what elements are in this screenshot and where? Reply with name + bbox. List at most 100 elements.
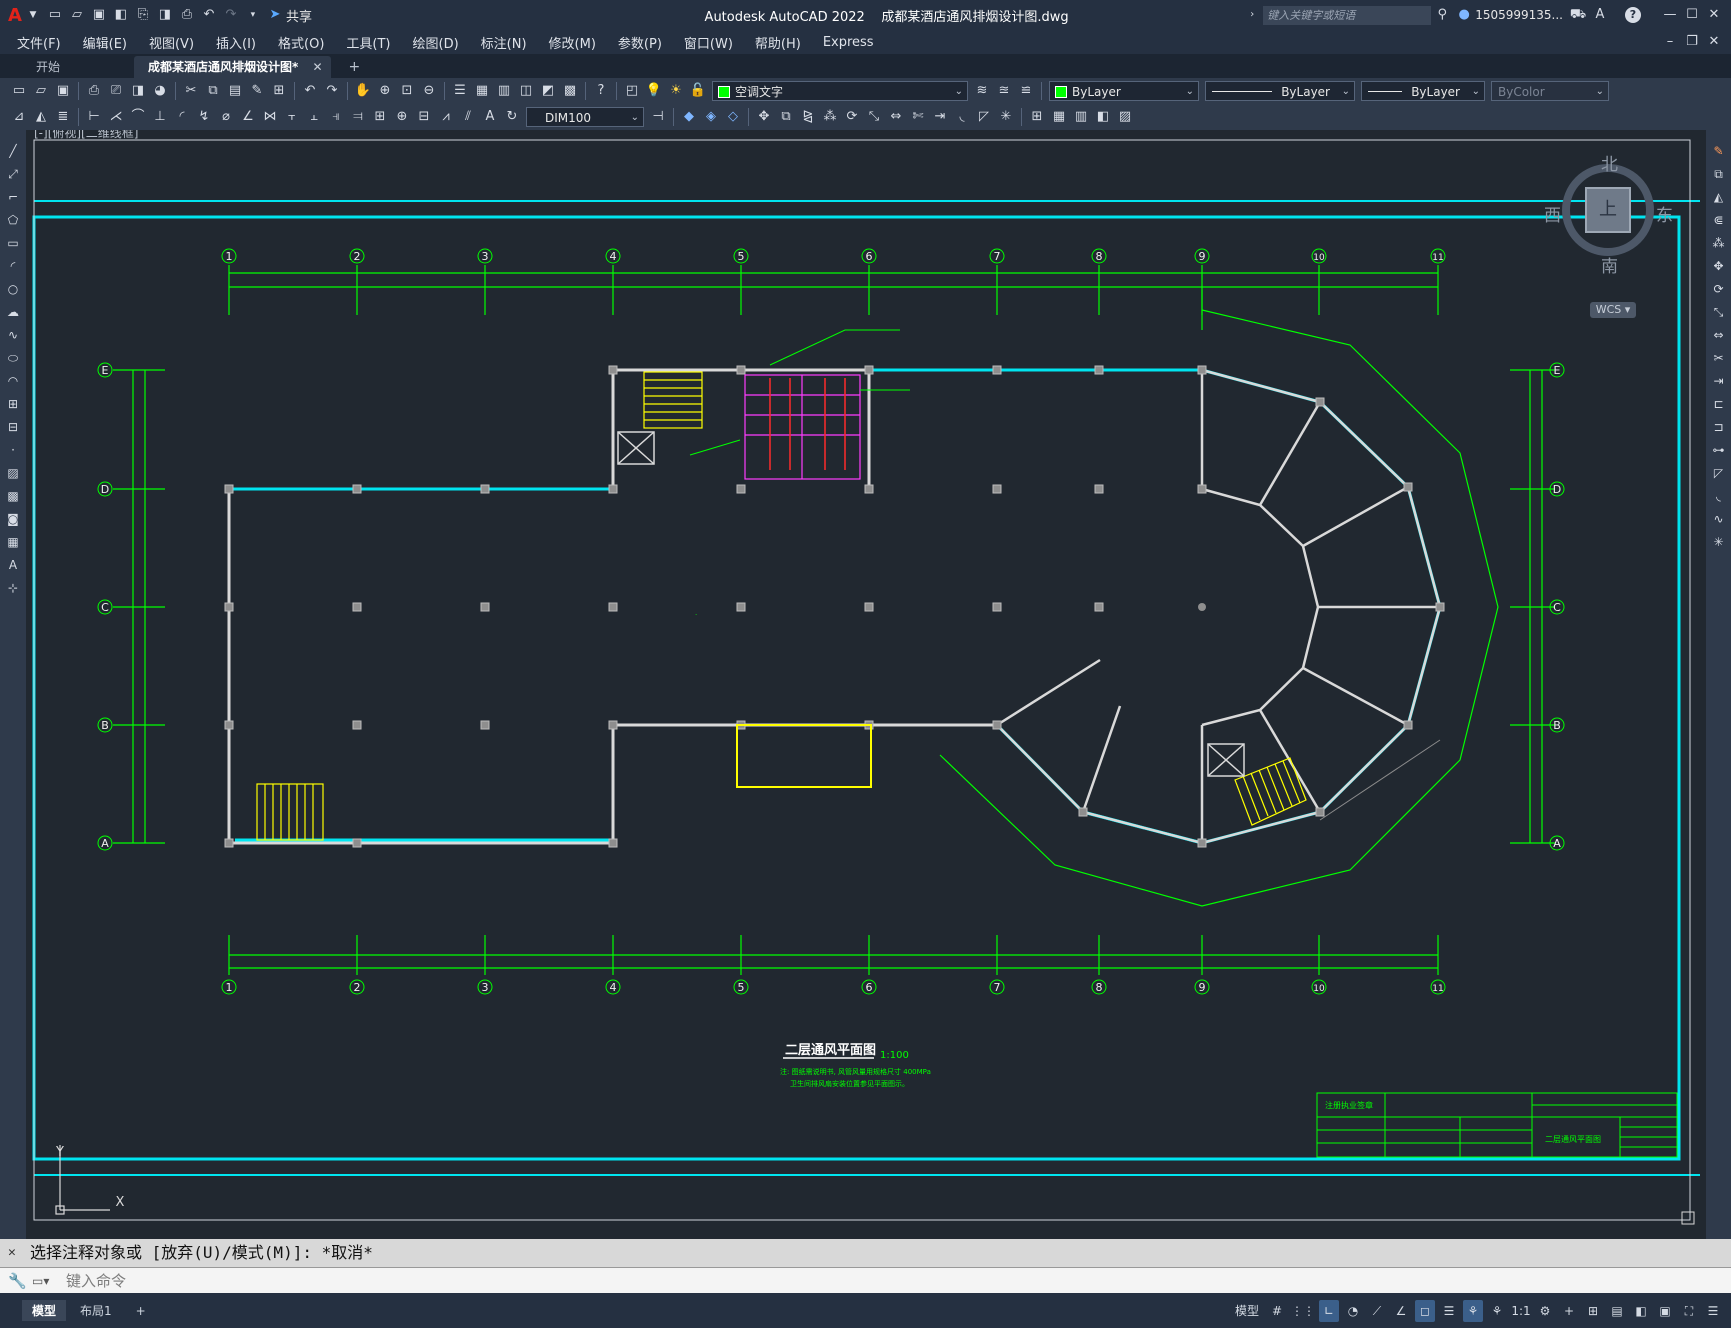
user-icon[interactable]: ● xyxy=(1455,6,1473,24)
construction-line-icon[interactable]: ⤢ xyxy=(4,165,22,184)
dimstyle-dropdown[interactable]: DIM100 ⌄ xyxy=(526,107,644,127)
block-editor-icon[interactable]: ⊞ xyxy=(270,82,288,100)
undo-icon[interactable]: ↶ xyxy=(200,6,218,24)
recent-commands-icon[interactable]: ▭▾ xyxy=(32,1268,49,1294)
doc-restore-icon[interactable]: ❐ xyxy=(1683,33,1701,51)
rectangle-icon[interactable]: ▭ xyxy=(4,234,22,253)
dim-break-icon[interactable]: ⫤ xyxy=(349,108,367,126)
break-icon[interactable]: ⊐ xyxy=(1710,418,1728,437)
menu-file[interactable]: 文件(F) xyxy=(6,33,72,52)
rotate-icon[interactable]: ⟳ xyxy=(843,108,861,126)
continue-dim-icon[interactable]: ⫠ xyxy=(305,108,323,126)
design-center-icon[interactable]: ▦ xyxy=(473,82,491,100)
erase-icon[interactable]: ✎ xyxy=(1710,142,1728,161)
sheet-set-icon[interactable]: ◫ xyxy=(517,82,535,100)
search-expand-icon[interactable]: › xyxy=(1243,6,1261,24)
menu-format[interactable]: 格式(O) xyxy=(267,33,335,52)
zoom-window-icon[interactable]: ⊡ xyxy=(398,82,416,100)
arc-icon[interactable]: ◜ xyxy=(4,257,22,276)
menu-draw[interactable]: 绘图(D) xyxy=(402,33,470,52)
menu-edit[interactable]: 编辑(E) xyxy=(72,33,138,52)
properties-icon[interactable]: ☰ xyxy=(451,82,469,100)
tab-close-icon[interactable]: ✕ xyxy=(312,60,322,74)
customize-qat-icon[interactable]: ▾ xyxy=(244,6,262,24)
stretch-icon[interactable]: ⇔ xyxy=(1710,326,1728,345)
isolate-objects-icon[interactable]: ◧ xyxy=(1631,1300,1651,1322)
save-icon[interactable]: ▣ xyxy=(54,82,72,100)
dimstyle-manager-icon[interactable]: ⊣ xyxy=(649,108,667,126)
polyline-icon[interactable]: ⌐ xyxy=(4,188,22,207)
tool-palettes-icon[interactable]: ▥ xyxy=(495,82,513,100)
compass-west[interactable]: 西 xyxy=(1544,201,1561,226)
revision-cloud-icon[interactable]: ☁ xyxy=(4,303,22,322)
auto-scale-icon[interactable]: ⚘ xyxy=(1487,1300,1507,1322)
point-icon[interactable]: · xyxy=(4,441,22,460)
paste-icon[interactable]: ▤ xyxy=(226,82,244,100)
clean-screen-icon[interactable]: ⛶ xyxy=(1679,1300,1699,1322)
fillet-icon[interactable]: ◟ xyxy=(1710,487,1728,506)
maximize-icon[interactable]: ☐ xyxy=(1683,6,1701,24)
region-icon[interactable]: ◙ xyxy=(4,510,22,529)
table-icon[interactable]: ▦ xyxy=(4,533,22,552)
ellipse-arc-icon[interactable]: ◠ xyxy=(4,372,22,391)
join-icon[interactable]: ⊶ xyxy=(1710,441,1728,460)
publish-icon[interactable]: ◨ xyxy=(156,6,174,24)
close-icon[interactable]: ✕ xyxy=(1705,6,1723,24)
dim-space-icon[interactable]: ⫣ xyxy=(327,108,345,126)
explode-icon[interactable]: ✳ xyxy=(997,108,1015,126)
menu-parametric[interactable]: 参数(P) xyxy=(607,33,673,52)
plot-icon[interactable]: ⎙ xyxy=(85,82,103,100)
close-cmd-icon[interactable]: ✕ xyxy=(8,1239,16,1267)
menu-window[interactable]: 窗口(W) xyxy=(673,33,744,52)
list-icon[interactable]: ≣ xyxy=(54,108,72,126)
array-icon[interactable]: ⁂ xyxy=(1710,234,1728,253)
new-file-icon[interactable]: ▭ xyxy=(46,6,64,24)
help-button[interactable]: ? xyxy=(1625,7,1641,23)
linear-dim-icon[interactable]: ⊢ xyxy=(85,108,103,126)
layer-properties-icon[interactable]: ◰ xyxy=(623,82,641,100)
center-mark-icon[interactable]: ⊕ xyxy=(393,108,411,126)
stretch-icon[interactable]: ⇔ xyxy=(887,108,905,126)
ordinate-dim-icon[interactable]: ⊥ xyxy=(151,108,169,126)
quick-dim-icon[interactable]: ⋈ xyxy=(261,108,279,126)
viewcube[interactable]: 上 北 南 西 东 xyxy=(1544,150,1673,277)
command-line[interactable]: 🔧 ▭▾ 键入命令 xyxy=(0,1267,1731,1293)
command-input[interactable]: 键入命令 xyxy=(66,1272,126,1290)
pan-icon[interactable]: ✋ xyxy=(354,82,372,100)
jogged-linear-icon[interactable]: ⩘ xyxy=(437,108,455,126)
quick-properties-icon[interactable]: ▤ xyxy=(1607,1300,1627,1322)
mirror-icon[interactable]: ⧎ xyxy=(799,108,817,126)
save-icon[interactable]: ▣ xyxy=(90,6,108,24)
copy-icon[interactable]: ⧉ xyxy=(204,82,222,100)
object-snap-icon[interactable]: ◻ xyxy=(1415,1299,1435,1322)
chamfer-icon[interactable]: ◸ xyxy=(975,108,993,126)
save-as-icon[interactable]: ◧ xyxy=(112,6,130,24)
app-menu-button[interactable]: A xyxy=(8,5,22,26)
graphics-performance-icon[interactable]: ▣ xyxy=(1655,1300,1675,1322)
doc-minimize-icon[interactable]: – xyxy=(1661,33,1679,51)
insert-block-icon[interactable]: ⊞ xyxy=(1028,108,1046,126)
spline-icon[interactable]: ∿ xyxy=(4,326,22,345)
annotation-monitor-icon[interactable]: + xyxy=(1559,1300,1579,1322)
share-icon[interactable]: ➤ xyxy=(266,6,284,24)
area-icon[interactable]: ◭ xyxy=(32,108,50,126)
measure-icon[interactable]: ⊿ xyxy=(10,108,28,126)
gradient-icon[interactable]: ▩ xyxy=(4,487,22,506)
publish-icon[interactable]: ◨ xyxy=(129,82,147,100)
dim-edit-icon[interactable]: ⫽ xyxy=(459,108,477,126)
jogged-dim-icon[interactable]: ↯ xyxy=(195,108,213,126)
menu-modify[interactable]: 修改(M) xyxy=(538,33,607,52)
copy-object-icon[interactable]: ⧉ xyxy=(1710,165,1728,184)
doc-close-icon[interactable]: ✕ xyxy=(1705,33,1723,51)
layer-states-icon[interactable]: ≌ xyxy=(1017,82,1035,100)
customization-icon[interactable]: ☰ xyxy=(1703,1300,1723,1322)
cart-icon[interactable]: ⛟ xyxy=(1569,6,1587,24)
hatch-icon[interactable]: ▨ xyxy=(4,464,22,483)
array-icon[interactable]: ⁂ xyxy=(821,108,839,126)
polar-icon[interactable]: ◔ xyxy=(1343,1300,1363,1322)
image-icon[interactable]: ▨ xyxy=(1116,108,1134,126)
baseline-dim-icon[interactable]: ⫟ xyxy=(283,108,301,126)
viewcube-face-top[interactable]: 上 xyxy=(1585,187,1631,233)
qnew-icon[interactable]: ▭ xyxy=(10,82,28,100)
tab-current-drawing[interactable]: 成都某酒店通风排烟设计图* ✕ xyxy=(134,56,331,78)
